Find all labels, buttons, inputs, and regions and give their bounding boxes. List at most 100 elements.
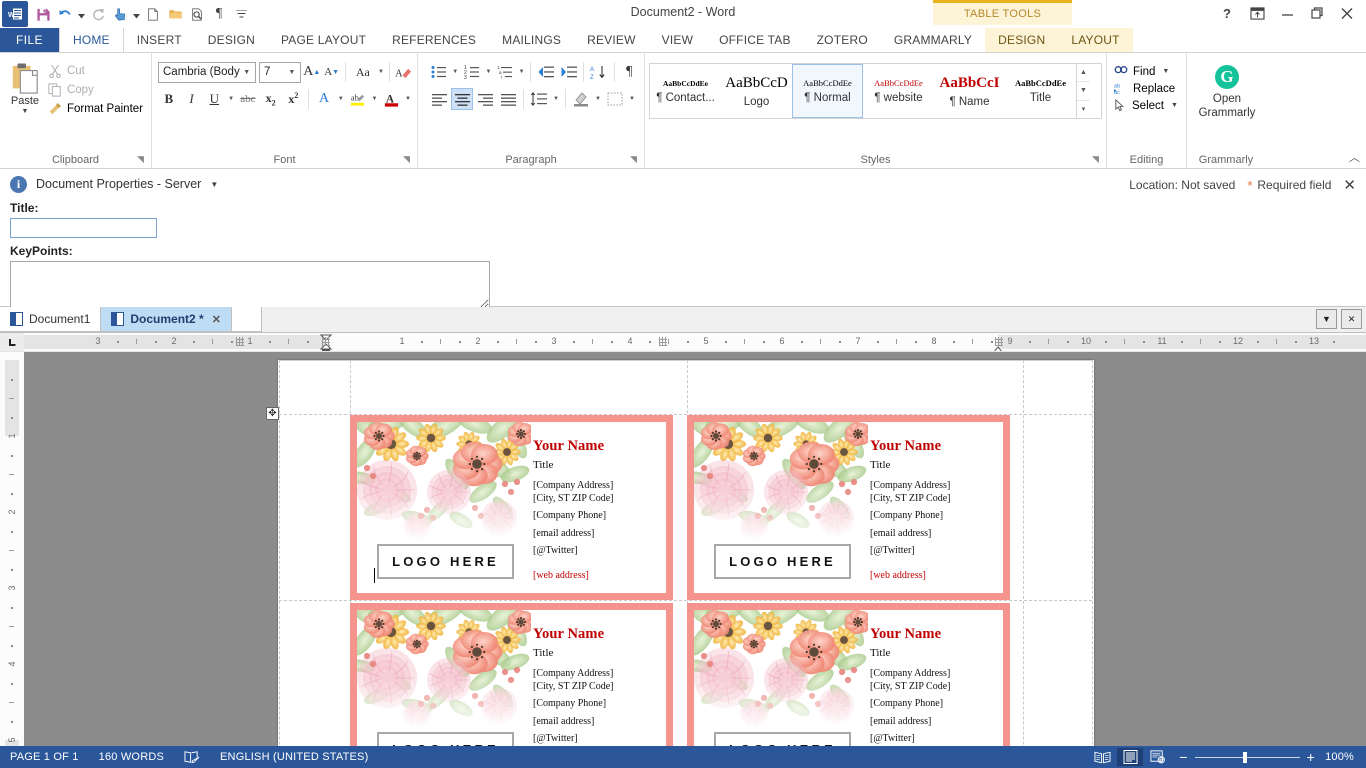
keypoints-field[interactable] bbox=[10, 261, 490, 309]
read-mode-view-button[interactable] bbox=[1089, 748, 1115, 766]
numbering-dropdown-icon[interactable]: ▼ bbox=[484, 69, 494, 75]
strikethrough-icon[interactable]: abc bbox=[237, 88, 259, 110]
zoom-slider[interactable]: − + bbox=[1179, 749, 1315, 765]
close-button[interactable] bbox=[1332, 1, 1362, 25]
zoom-track[interactable] bbox=[1195, 757, 1300, 758]
tab-review[interactable]: REVIEW bbox=[574, 28, 649, 52]
superscript-icon[interactable]: x2 bbox=[282, 88, 304, 110]
touch-mode-icon[interactable] bbox=[109, 2, 131, 26]
clear-formatting-icon[interactable]: A bbox=[394, 61, 413, 83]
document-canvas[interactable]: ✥ LOGO HEREYour NameTitle[Company Addres… bbox=[24, 352, 1366, 768]
format-painter-button[interactable]: Format Painter bbox=[46, 101, 147, 117]
subscript-icon[interactable]: x2 bbox=[260, 88, 282, 110]
show-hide-paragraph-marks-icon[interactable]: ¶ bbox=[619, 61, 640, 83]
office-tab-document2[interactable]: Document2 * ✕ bbox=[101, 307, 232, 332]
horizontal-ruler[interactable]: 32112345678910111213 bbox=[24, 333, 1366, 351]
bullets-icon[interactable] bbox=[428, 61, 449, 83]
grow-font-icon[interactable]: A▲ bbox=[302, 61, 321, 83]
zoom-in-button[interactable]: + bbox=[1307, 749, 1315, 765]
title-field[interactable] bbox=[10, 218, 157, 238]
change-case-icon[interactable]: Aa bbox=[350, 61, 376, 83]
tab-mailings[interactable]: MAILINGS bbox=[489, 28, 574, 52]
styles-more-icon[interactable]: ▾ bbox=[1077, 101, 1090, 118]
tab-view[interactable]: VIEW bbox=[649, 28, 706, 52]
help-icon[interactable]: ? bbox=[1212, 1, 1242, 25]
word-count[interactable]: 160 WORDS bbox=[89, 751, 174, 763]
numbering-icon[interactable]: 123 bbox=[461, 61, 482, 83]
table-column-marker[interactable] bbox=[659, 337, 667, 346]
tab-stop-selector[interactable] bbox=[0, 333, 24, 351]
italic-icon[interactable]: I bbox=[181, 88, 203, 110]
office-tab-close-all-button[interactable]: ✕ bbox=[1341, 309, 1362, 329]
font-size-combo[interactable]: 7 ▼ bbox=[259, 62, 301, 83]
open-folder-icon[interactable] bbox=[164, 2, 186, 26]
tab-office-tab[interactable]: OFFICE TAB bbox=[706, 28, 804, 52]
shading-icon[interactable] bbox=[570, 88, 592, 110]
print-layout-view-button[interactable] bbox=[1117, 748, 1143, 766]
page-indicator[interactable]: PAGE 1 OF 1 bbox=[0, 751, 89, 763]
justify-icon[interactable] bbox=[497, 88, 519, 110]
business-card[interactable]: LOGO HEREYour NameTitle[Company Address]… bbox=[687, 603, 1010, 768]
customize-quick-access-icon[interactable] bbox=[230, 2, 252, 26]
tab-design[interactable]: DESIGN bbox=[195, 28, 268, 52]
text-effects-icon[interactable]: A bbox=[313, 88, 335, 110]
logo-placeholder[interactable]: LOGO HERE bbox=[714, 544, 851, 579]
copy-button[interactable]: Copy bbox=[46, 82, 147, 98]
text-effects-dropdown-icon[interactable]: ▼ bbox=[336, 96, 346, 102]
bold-icon[interactable]: B bbox=[158, 88, 180, 110]
new-document-icon[interactable] bbox=[142, 2, 164, 26]
font-color-icon[interactable]: A bbox=[380, 88, 402, 110]
show-formatting-marks-icon[interactable]: ¶ bbox=[208, 2, 230, 26]
undo-icon[interactable] bbox=[54, 2, 76, 26]
styles-gallery[interactable]: AaBbCcDdEe ¶ Contact... AaBbCcD Logo AaB… bbox=[649, 63, 1102, 119]
style-item-normal[interactable]: AaBbCcDdEe ¶ Normal bbox=[792, 64, 863, 118]
zoom-thumb[interactable] bbox=[1243, 752, 1247, 763]
shading-dropdown-icon[interactable]: ▼ bbox=[593, 96, 603, 102]
print-preview-icon[interactable] bbox=[186, 2, 208, 26]
business-card-text[interactable]: Your NameTitle[Company Address][City, ST… bbox=[868, 422, 1003, 593]
tab-zotero[interactable]: ZOTERO bbox=[804, 28, 881, 52]
vertical-ruler[interactable]: 12345 bbox=[0, 352, 24, 768]
document-properties-dropdown-icon[interactable]: ▼ bbox=[210, 180, 218, 189]
line-spacing-icon[interactable] bbox=[528, 88, 550, 110]
styles-scroll-controls[interactable]: ▲ ▼ ▾ bbox=[1076, 64, 1090, 118]
open-grammarly-button[interactable]: G Open Grammarly bbox=[1191, 57, 1263, 121]
styles-scroll-down-icon[interactable]: ▼ bbox=[1077, 82, 1090, 100]
align-left-icon[interactable] bbox=[428, 88, 450, 110]
line-spacing-dropdown-icon[interactable]: ▼ bbox=[551, 96, 561, 102]
office-tab-menu-button[interactable]: ▼ bbox=[1316, 309, 1337, 329]
tab-home[interactable]: HOME bbox=[59, 28, 124, 52]
table-column-marker[interactable] bbox=[322, 337, 330, 346]
business-card[interactable]: LOGO HEREYour NameTitle[Company Address]… bbox=[350, 603, 673, 768]
style-item-title[interactable]: AaBbCcDdEe Title bbox=[1005, 64, 1076, 118]
collapse-ribbon-icon[interactable]: ︿ bbox=[1349, 149, 1360, 165]
table-column-marker[interactable] bbox=[995, 337, 1003, 346]
replace-button[interactable]: abac Replace bbox=[1111, 82, 1182, 95]
align-center-icon[interactable] bbox=[451, 88, 473, 110]
business-card-text[interactable]: Your NameTitle[Company Address][City, ST… bbox=[531, 610, 666, 768]
business-card-text[interactable]: Your NameTitle[Company Address][City, ST… bbox=[531, 422, 666, 593]
paste-button[interactable]: Paste ▼ bbox=[4, 57, 46, 168]
align-right-icon[interactable] bbox=[474, 88, 496, 110]
cut-button[interactable]: Cut bbox=[46, 63, 147, 79]
paste-dropdown-icon[interactable]: ▼ bbox=[22, 108, 29, 115]
web-layout-view-button[interactable] bbox=[1145, 748, 1171, 766]
business-card[interactable]: LOGO HERE Your NameTitle[Company Address]… bbox=[687, 415, 1010, 600]
borders-dropdown-icon[interactable]: ▼ bbox=[627, 96, 637, 102]
clipboard-dialog-launcher-icon[interactable]: ◥ bbox=[137, 155, 147, 165]
style-item-contact[interactable]: AaBbCcDdEe ¶ Contact... bbox=[650, 64, 721, 118]
undo-dropdown-icon[interactable] bbox=[76, 2, 87, 26]
tab-table-layout[interactable]: LAYOUT bbox=[1058, 28, 1132, 52]
increase-indent-icon[interactable] bbox=[558, 61, 579, 83]
tab-file[interactable]: FILE bbox=[0, 28, 59, 52]
multilevel-list-dropdown-icon[interactable]: ▼ bbox=[517, 69, 527, 75]
save-icon[interactable] bbox=[32, 2, 54, 26]
business-card-text[interactable]: Your NameTitle[Company Address][City, ST… bbox=[868, 610, 1003, 768]
close-properties-panel-icon[interactable]: ✕ bbox=[1343, 176, 1356, 194]
font-dialog-launcher-icon[interactable]: ◥ bbox=[403, 155, 413, 165]
multilevel-list-icon[interactable]: 1ai bbox=[494, 61, 515, 83]
style-item-website[interactable]: AaBbCcDdEe ¶ website bbox=[863, 64, 934, 118]
tab-references[interactable]: REFERENCES bbox=[379, 28, 489, 52]
font-size-dropdown-icon[interactable]: ▼ bbox=[285, 69, 298, 76]
document-page[interactable]: ✥ LOGO HEREYour NameTitle[Company Addres… bbox=[278, 360, 1094, 768]
